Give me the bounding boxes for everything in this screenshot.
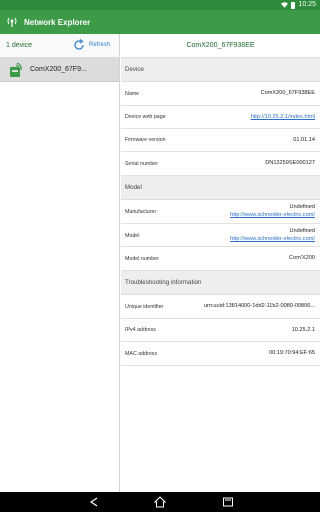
row-name-label: Name (125, 91, 140, 97)
navigation-bar (0, 492, 320, 512)
manufacturer-link[interactable]: http://www.schneider-electric.com/ (230, 212, 315, 218)
row-firmware: Firmware version 01.01.14 (121, 129, 320, 152)
section-troubleshooting-label: Troubleshooting information (125, 279, 202, 286)
device-web-page-link[interactable]: http://10.25.2.1/index.html (251, 114, 315, 120)
device-list-header: 1 device Refresh (0, 34, 119, 58)
device-icon (10, 61, 22, 77)
refresh-label: Refresh (89, 42, 111, 48)
battery-icon (291, 1, 296, 9)
row-model-number-label: Model number (125, 256, 159, 262)
row-uid-value: urn:uuid:13814000-1dd2-11b2-0080-00806..… (203, 303, 315, 309)
status-time: 10:25 (298, 1, 316, 8)
model-link[interactable]: http://www.schneider-electric.com/ (230, 236, 315, 242)
row-manufacturer: Manufacturer Undefined http://www.schnei… (121, 200, 320, 224)
device-detail-pane: ComX200_67F938EE Device Name ComX200_67F… (121, 34, 320, 492)
row-model-value: Undefined (289, 228, 315, 234)
section-model: Model (121, 176, 320, 200)
row-mac-label: MAC address (125, 351, 158, 357)
row-serial: Serial number DN13259SE000127 (121, 152, 320, 176)
action-bar: Network Explorer (0, 10, 320, 34)
row-manufacturer-value: Undefined (289, 204, 315, 210)
recents-icon[interactable] (222, 496, 234, 508)
row-uid-label: Unique identifier (125, 304, 164, 310)
back-icon[interactable] (88, 496, 100, 508)
row-model-label: Model (125, 233, 140, 239)
section-device: Device (121, 58, 320, 82)
section-troubleshooting: Troubleshooting information (121, 271, 320, 295)
row-mac-value: 00:19:70:94:EF:65 (268, 350, 315, 356)
section-device-label: Device (125, 66, 144, 73)
row-manufacturer-label: Manufacturer (125, 209, 157, 215)
row-ipv4: IPv4 address 10.25.2.1 (121, 319, 320, 342)
row-name: Name ComX200_67F938EE (121, 82, 320, 106)
row-web-page-label: Device web page (125, 114, 166, 120)
row-name-value: ComX200_67F938EE (260, 90, 315, 96)
network-explorer-app-icon (7, 17, 17, 27)
status-icons: 10:25 (281, 1, 316, 9)
row-firmware-value: 01.01.14 (293, 137, 315, 143)
row-firmware-label: Firmware version (125, 137, 166, 143)
row-ipv4-value: 10.25.2.1 (291, 327, 315, 333)
screen: 10:25 Network Explorer 1 device Refresh (0, 0, 320, 512)
device-list-item[interactable]: ComX200_67F9... (0, 58, 119, 82)
row-model: Model Undefined http://www.schneider-ele… (121, 224, 320, 247)
row-serial-label: Serial number (125, 161, 158, 167)
row-serial-value: DN13259SE000127 (265, 160, 315, 166)
device-list-item-label: ComX200_67F9... (30, 66, 87, 73)
app-title: Network Explorer (24, 17, 91, 27)
status-bar: 10:25 (0, 0, 320, 10)
wifi-icon (281, 2, 289, 8)
row-web-page: Device web page http://10.25.2.1/index.h… (121, 106, 320, 129)
refresh-button[interactable]: Refresh (73, 39, 110, 51)
device-detail-title: ComX200_67F938EE (186, 42, 255, 49)
device-count: 1 device (6, 42, 33, 49)
device-list-pane: 1 device Refresh ComX200_67F9... (0, 34, 120, 492)
device-detail-header: ComX200_67F938EE (121, 34, 320, 58)
row-mac: MAC address 00:19:70:94:EF:65 (121, 342, 320, 366)
row-model-number-value: Com'X200 (289, 255, 315, 261)
home-icon[interactable] (154, 496, 166, 508)
row-ipv4-label: IPv4 address (125, 327, 156, 333)
refresh-icon (74, 39, 84, 50)
section-model-label: Model (125, 184, 142, 191)
row-uid: Unique identifier urn:uuid:13814000-1dd2… (121, 295, 320, 319)
row-model-number: Model number Com'X200 (121, 247, 320, 271)
